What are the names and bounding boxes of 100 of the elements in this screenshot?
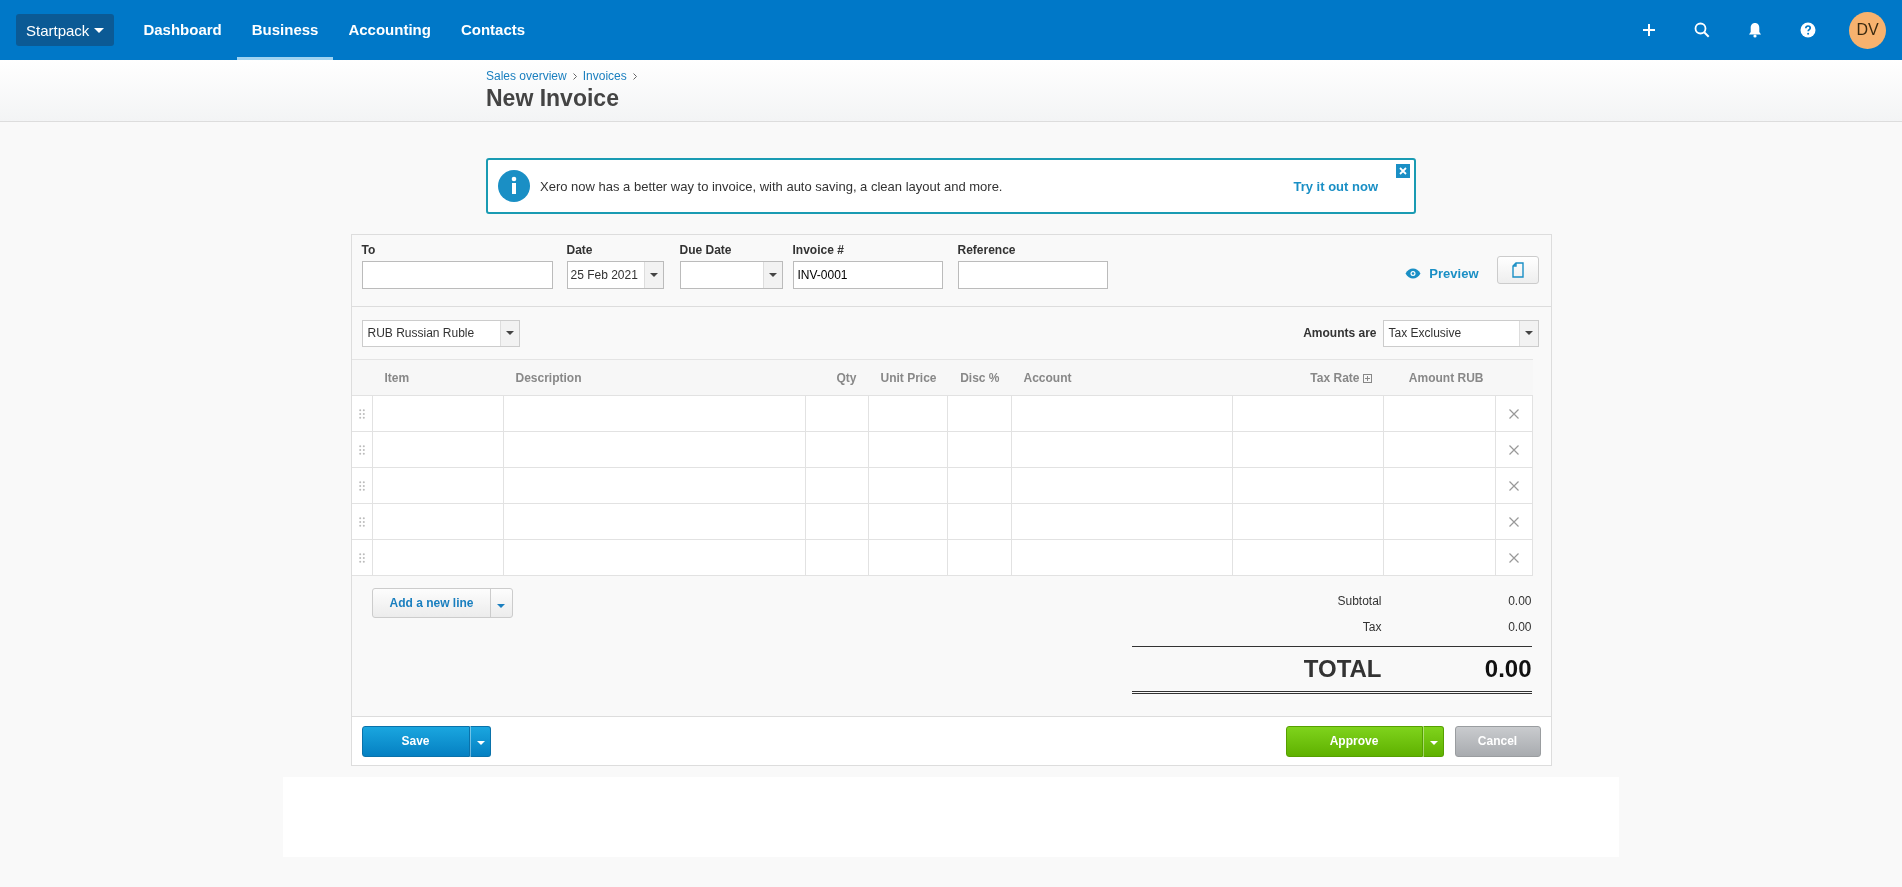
subtotal-label: Subtotal bbox=[1336, 594, 1382, 608]
table-cell[interactable] bbox=[868, 539, 948, 576]
table-cell[interactable] bbox=[805, 467, 869, 504]
caret-icon bbox=[768, 273, 777, 277]
table-cell[interactable] bbox=[868, 467, 948, 504]
table-cell[interactable] bbox=[805, 503, 869, 540]
eye-icon bbox=[1405, 268, 1422, 279]
table-cell[interactable] bbox=[372, 467, 504, 504]
table-cell[interactable] bbox=[503, 431, 806, 468]
search-icon[interactable] bbox=[1694, 22, 1710, 38]
table-cell[interactable] bbox=[947, 431, 1012, 468]
table-cell[interactable] bbox=[1232, 431, 1384, 468]
delete-icon[interactable] bbox=[1509, 408, 1519, 419]
try-it-link[interactable]: Try it out now bbox=[1293, 178, 1378, 194]
table-cell[interactable] bbox=[1011, 431, 1233, 468]
caret-icon bbox=[649, 273, 658, 277]
expand-icon[interactable] bbox=[1362, 373, 1372, 383]
total-label: TOTAL bbox=[1302, 655, 1382, 683]
drag-handle-icon[interactable] bbox=[358, 516, 365, 527]
user-avatar[interactable]: DV bbox=[1849, 11, 1886, 49]
table-cell[interactable] bbox=[805, 431, 869, 468]
caret-icon bbox=[94, 27, 105, 33]
currency-dropdown[interactable]: RUB Russian Ruble bbox=[361, 319, 520, 347]
save-menu-button[interactable] bbox=[469, 725, 491, 757]
table-cell[interactable] bbox=[947, 503, 1012, 540]
delete-icon[interactable] bbox=[1509, 444, 1519, 455]
table-cell[interactable] bbox=[1383, 431, 1496, 468]
total-value: 0.00 bbox=[1483, 655, 1532, 683]
table-cell[interactable] bbox=[947, 539, 1012, 576]
drag-handle-icon[interactable] bbox=[358, 480, 365, 491]
table-cell[interactable] bbox=[868, 395, 948, 432]
table-cell[interactable] bbox=[1011, 467, 1233, 504]
table-cell[interactable] bbox=[1232, 395, 1384, 432]
delete-icon[interactable] bbox=[1509, 552, 1519, 563]
table-cell[interactable] bbox=[805, 395, 869, 432]
bell-icon[interactable] bbox=[1748, 22, 1762, 38]
field-label: To bbox=[361, 243, 377, 257]
table-cell[interactable] bbox=[1383, 395, 1496, 432]
table-cell[interactable] bbox=[1011, 503, 1233, 540]
drag-handle-icon[interactable] bbox=[358, 552, 365, 563]
nav-tab[interactable]: Accounting bbox=[333, 0, 446, 60]
date-picker-field[interactable]: 25 Feb 2021 bbox=[566, 261, 664, 289]
column-header: Item bbox=[384, 370, 410, 385]
column-header: Disc % bbox=[960, 370, 1000, 385]
table-cell[interactable] bbox=[868, 431, 948, 468]
table-cell[interactable] bbox=[1011, 395, 1233, 432]
table-cell[interactable] bbox=[1011, 539, 1233, 576]
delete-icon[interactable] bbox=[1509, 480, 1519, 491]
table-cell[interactable] bbox=[372, 431, 504, 468]
preview-link[interactable]: Preview bbox=[1405, 266, 1479, 281]
save-button[interactable]: Save bbox=[361, 725, 470, 757]
copy-button[interactable] bbox=[1496, 256, 1539, 284]
add-line-button[interactable]: Add a new line bbox=[372, 589, 490, 617]
text-input-field[interactable] bbox=[361, 261, 553, 289]
tax-mode-dropdown[interactable]: Tax Exclusive bbox=[1382, 319, 1539, 347]
approve-menu-button[interactable] bbox=[1422, 725, 1444, 757]
organisation-menu-button[interactable]: Startpack bbox=[16, 14, 115, 46]
table-cell[interactable] bbox=[1232, 503, 1384, 540]
table-cell[interactable] bbox=[805, 539, 869, 576]
table-cell[interactable] bbox=[868, 503, 948, 540]
nav-tab[interactable]: Dashboard bbox=[128, 0, 237, 60]
field-label: Date bbox=[566, 243, 594, 257]
text-input-field[interactable] bbox=[957, 261, 1108, 289]
chevron-icon bbox=[572, 72, 577, 80]
table-cell[interactable] bbox=[503, 467, 806, 504]
close-icon[interactable] bbox=[1396, 164, 1410, 178]
caret-icon bbox=[1429, 741, 1438, 745]
table-cell[interactable] bbox=[947, 395, 1012, 432]
table-cell[interactable] bbox=[503, 395, 806, 432]
help-icon[interactable] bbox=[1800, 22, 1816, 38]
table-cell[interactable] bbox=[372, 539, 504, 576]
page-title: New Invoice bbox=[486, 85, 620, 112]
column-header: Description bbox=[515, 370, 582, 385]
caret-icon bbox=[1524, 331, 1533, 335]
table-cell[interactable] bbox=[1232, 467, 1384, 504]
table-cell[interactable] bbox=[503, 539, 806, 576]
table-cell[interactable] bbox=[1232, 539, 1384, 576]
date-picker-field[interactable] bbox=[679, 261, 783, 289]
field-label: Reference bbox=[957, 243, 1017, 257]
tax-label: Tax bbox=[1361, 620, 1382, 634]
document-icon bbox=[1511, 262, 1524, 278]
table-cell[interactable] bbox=[372, 395, 504, 432]
drag-handle-icon[interactable] bbox=[358, 408, 365, 419]
column-header: Qty bbox=[836, 370, 857, 385]
delete-icon[interactable] bbox=[1509, 516, 1519, 527]
table-cell[interactable] bbox=[372, 503, 504, 540]
table-cell[interactable] bbox=[1383, 503, 1496, 540]
text-input-field[interactable]: INV-0001 bbox=[792, 261, 943, 289]
caret-icon bbox=[505, 331, 514, 335]
nav-tab[interactable]: Contacts bbox=[445, 0, 541, 60]
breadcrumb-link[interactable]: Sales overview bbox=[486, 69, 567, 83]
table-cell[interactable] bbox=[503, 503, 806, 540]
table-cell[interactable] bbox=[1383, 467, 1496, 504]
caret-icon bbox=[476, 741, 485, 745]
table-cell[interactable] bbox=[1383, 539, 1496, 576]
subtotal-value: 0.00 bbox=[1507, 594, 1532, 608]
drag-handle-icon[interactable] bbox=[358, 444, 365, 455]
breadcrumb-link[interactable]: Invoices bbox=[582, 69, 627, 83]
plus-icon[interactable] bbox=[1642, 23, 1656, 37]
table-cell[interactable] bbox=[947, 467, 1012, 504]
